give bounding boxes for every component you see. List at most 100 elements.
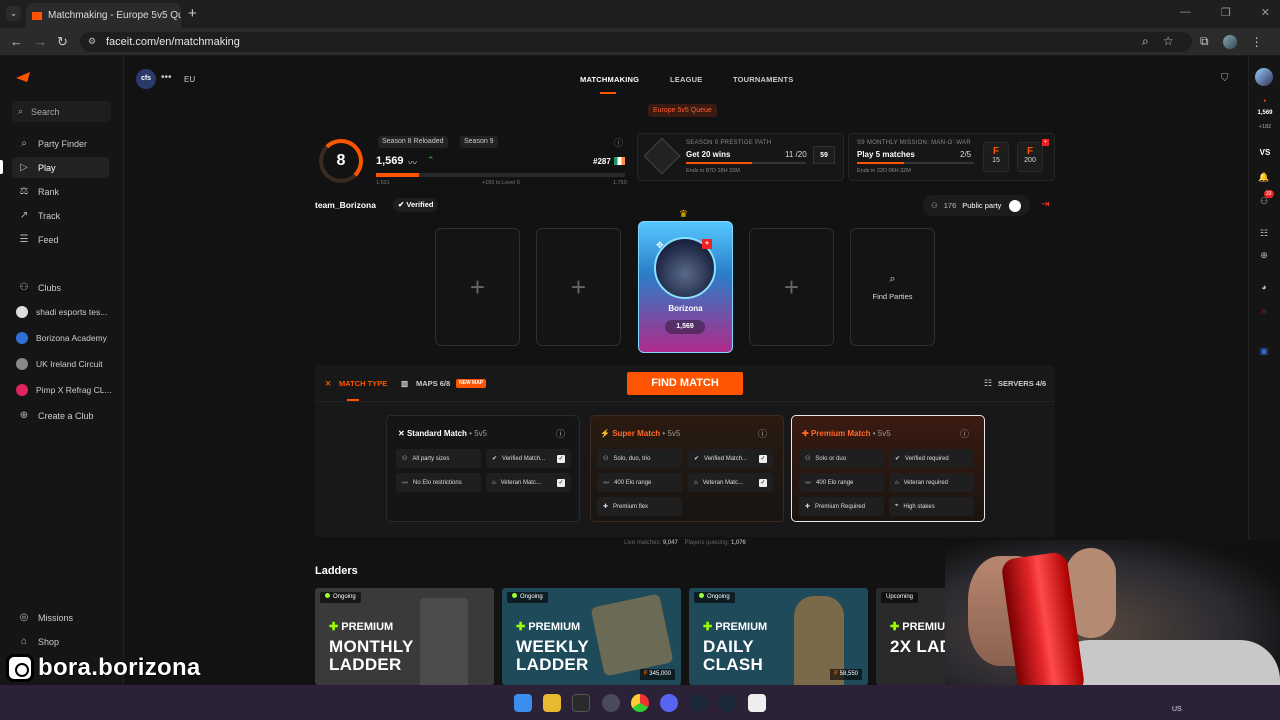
sidebar-item-feed[interactable]: ☰ Feed bbox=[12, 229, 109, 250]
info-icon[interactable]: ⓘ bbox=[758, 427, 767, 440]
find-match-button[interactable]: FIND MATCH bbox=[627, 372, 743, 395]
app-icon[interactable] bbox=[748, 694, 766, 712]
file-explorer-icon[interactable] bbox=[543, 694, 561, 712]
sidebar-item-play[interactable]: ▷ Play bbox=[12, 157, 109, 178]
ladder-status: Ongoing bbox=[694, 592, 735, 603]
reload-icon[interactable]: ↻ bbox=[57, 34, 68, 50]
extensions-icon[interactable]: ⧉ bbox=[1200, 34, 1209, 49]
queue-badge[interactable]: Europe 5v5 Queue bbox=[648, 104, 717, 117]
close-window-icon[interactable]: ✕ bbox=[1261, 6, 1270, 19]
public-party-toggle[interactable]: ⚇ 176 Public party bbox=[923, 195, 1030, 216]
feature-chip: ✚ Premium Required bbox=[799, 497, 884, 516]
tab-league[interactable]: LEAGUE bbox=[670, 75, 702, 84]
steam-icon[interactable] bbox=[718, 694, 736, 712]
checkbox[interactable]: ✓ bbox=[759, 454, 767, 463]
club-item[interactable]: Pimp X Refrag CL... bbox=[16, 384, 121, 396]
feature-chip: ⚇ Solo, duo, trio bbox=[597, 449, 682, 468]
notifications-icon[interactable]: 🔔 bbox=[1256, 172, 1272, 183]
steam-icon[interactable] bbox=[689, 694, 707, 712]
info-icon[interactable]: ⓘ bbox=[556, 427, 565, 440]
tab-matchmaking[interactable]: MATCHMAKING bbox=[580, 75, 639, 84]
match-card-title: ✕ Standard Match • 5v5 bbox=[398, 429, 487, 438]
ladder-title-line1: WEEKLY bbox=[516, 637, 589, 656]
club-avatar bbox=[16, 358, 28, 370]
ladder-art bbox=[420, 598, 468, 685]
bookmark-star-icon[interactable]: ☆ bbox=[1163, 34, 1174, 49]
tab-match-type[interactable]: MATCH TYPE bbox=[339, 379, 387, 388]
start-icon[interactable] bbox=[514, 694, 532, 712]
toggle-knob[interactable] bbox=[1009, 199, 1022, 212]
party-slot-empty[interactable]: + bbox=[536, 228, 621, 346]
more-icon[interactable]: ••• bbox=[161, 72, 172, 83]
site-info-icon[interactable]: ⚙ bbox=[88, 36, 96, 47]
checkbox[interactable]: ✓ bbox=[759, 478, 767, 487]
region-label[interactable]: EU bbox=[184, 75, 195, 84]
season-tag[interactable]: Season 8 Reloaded bbox=[378, 136, 448, 148]
mission-goal: Play 5 matches bbox=[857, 150, 915, 159]
veteran-icon: ⌂ bbox=[895, 479, 899, 486]
ladder-card[interactable]: Ongoing ✚ PREMIUM MONTHLY LADDER bbox=[315, 588, 494, 685]
ladder-card[interactable]: Ongoing ✚ PREMIUM DAILY CLASH F 58,550 bbox=[689, 588, 868, 685]
chat-avatar[interactable]: ◕ bbox=[1256, 282, 1272, 292]
ladder-card[interactable]: Ongoing ✚ PREMIUM WEEKLY LADDER F 345,000 bbox=[502, 588, 681, 685]
sidebar-item-party-finder[interactable]: ⌕ Party Finder bbox=[12, 133, 109, 154]
sidebar-item-track[interactable]: ↗ Track bbox=[12, 205, 109, 226]
team-name[interactable]: team_Borizona bbox=[315, 200, 376, 210]
info-icon[interactable]: ⓘ bbox=[614, 136, 623, 149]
ladder-title: DAILY CLASH bbox=[703, 638, 763, 674]
party-list-icon[interactable]: ☷ bbox=[1256, 228, 1272, 239]
club-item[interactable]: Borizona Academy bbox=[16, 332, 121, 344]
shield-icon: ✔ bbox=[694, 456, 700, 462]
find-parties-button[interactable]: ⌕ Find Parties bbox=[850, 228, 935, 346]
mode-text: • 5v5 bbox=[660, 429, 681, 438]
tab-maps[interactable]: MAPS 6/8 bbox=[416, 379, 450, 388]
browser-tab[interactable]: Matchmaking - Europe 5v5 Queue ✕ bbox=[26, 3, 181, 28]
prestige-goal: Get 20 wins bbox=[686, 150, 731, 159]
shield-icon: ✔ bbox=[895, 456, 901, 462]
sidebar-item-clubs[interactable]: ⚇ Clubs bbox=[12, 277, 109, 298]
keyboard-language[interactable]: US bbox=[1172, 706, 1182, 713]
user-avatar[interactable] bbox=[1255, 68, 1273, 86]
title-text: Premium Match bbox=[810, 429, 871, 438]
discord-icon[interactable] bbox=[660, 694, 678, 712]
search-input[interactable]: ⌕ Search bbox=[12, 101, 111, 122]
back-icon[interactable]: ← bbox=[10, 34, 23, 49]
create-club-button[interactable]: ⊕ Create a Club bbox=[12, 405, 109, 426]
season-tag[interactable]: Season 9 bbox=[460, 136, 498, 148]
club-icon[interactable]: ▣ bbox=[1256, 346, 1272, 357]
forward-icon[interactable]: → bbox=[34, 34, 47, 49]
party-slot-empty[interactable]: + bbox=[435, 228, 520, 346]
info-icon[interactable]: ⓘ bbox=[960, 427, 969, 440]
club-item[interactable]: UK Ireland Circuit bbox=[16, 358, 121, 370]
sidebar-item-missions[interactable]: ◎ Missions bbox=[12, 607, 109, 628]
chrome-icon[interactable] bbox=[631, 694, 649, 712]
club-item[interactable]: shadi esports tes... bbox=[16, 306, 121, 318]
premium-icon: + bbox=[1042, 139, 1049, 146]
anticheat-icon[interactable]: ⛉ bbox=[1221, 73, 1229, 84]
headset-icon[interactable]: ∩ bbox=[1256, 306, 1272, 316]
app-icon[interactable] bbox=[602, 694, 620, 712]
address-bar[interactable] bbox=[80, 32, 1192, 52]
checkbox[interactable]: ✓ bbox=[557, 454, 565, 463]
tab-servers[interactable]: SERVERS 4/6 bbox=[998, 379, 1046, 388]
checkbox[interactable]: ✓ bbox=[557, 478, 565, 487]
profile-avatar[interactable] bbox=[1222, 34, 1237, 49]
terminal-icon[interactable] bbox=[572, 694, 590, 712]
add-icon[interactable]: ⊕ bbox=[1256, 250, 1272, 261]
zoom-icon[interactable]: ⌕ bbox=[1142, 34, 1149, 49]
minimize-icon[interactable]: — bbox=[1180, 6, 1191, 19]
tab-search-button[interactable]: ⌄ bbox=[6, 6, 21, 21]
tab-tournaments[interactable]: TOURNAMENTS bbox=[733, 75, 793, 84]
feature-chip: ✔ Verified Match... ✓ bbox=[688, 449, 773, 468]
new-tab-button[interactable]: + bbox=[188, 5, 197, 22]
maximize-icon[interactable]: ❐ bbox=[1221, 6, 1231, 19]
leave-party-icon[interactable]: ⇥ bbox=[1041, 199, 1049, 210]
browser-menu-icon[interactable]: ⋮ bbox=[1251, 35, 1263, 49]
sidebar-item-rank[interactable]: ⚖ Rank bbox=[12, 181, 109, 202]
sidebar-item-shop[interactable]: ⌂ Shop bbox=[12, 631, 109, 652]
party-slot-empty[interactable]: + bbox=[749, 228, 834, 346]
versus-button[interactable]: VS bbox=[1252, 148, 1278, 157]
settings-icon[interactable]: ✥ bbox=[656, 240, 664, 251]
url-text[interactable]: faceit.com/en/matchmaking bbox=[106, 36, 240, 48]
party-logo[interactable]: cfs bbox=[136, 69, 156, 89]
